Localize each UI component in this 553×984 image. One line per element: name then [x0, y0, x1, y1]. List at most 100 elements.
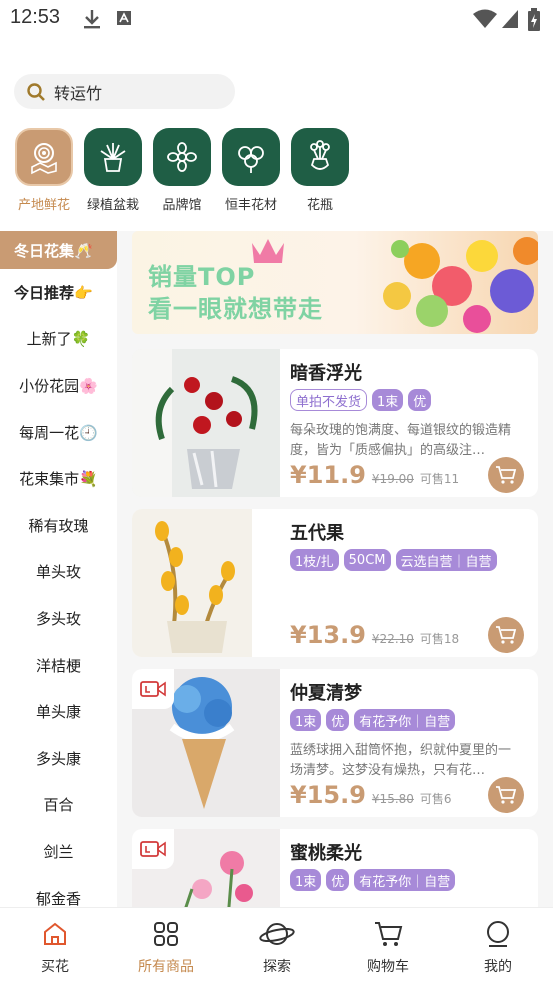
category-flower-material[interactable]: 恒丰花材	[221, 128, 281, 213]
sidebar-item-rare-rose[interactable]: 稀有玫瑰	[0, 502, 117, 549]
product-tag: 1束	[372, 389, 404, 411]
product-price-row: ¥15.9 ¥15.80 可售6	[290, 781, 452, 809]
nav-label: 探索	[263, 959, 291, 975]
product-stock: 可售6	[419, 792, 452, 806]
product-price: ¥11.9	[290, 461, 366, 489]
video-icon	[140, 681, 166, 697]
sidebar-item-single-carnation[interactable]: 单头康	[0, 688, 117, 735]
sidebar-item-multi-rose[interactable]: 多头玫	[0, 595, 117, 642]
sidebar-item-single-rose[interactable]: 单头玫	[0, 549, 117, 596]
category-fresh-flower-origin[interactable]: 产地鲜花	[14, 128, 74, 213]
product-tags: 1束 优 有花予你｜自营	[290, 709, 456, 731]
product-stock: 可售18	[419, 632, 460, 646]
nav-explore[interactable]: 探索	[227, 920, 327, 976]
sidebar-item-weekly[interactable]: 每周一花🕘	[0, 409, 117, 456]
category-sidebar: 冬日花集🥂 今日推荐👉 上新了🍀 小份花园🌸 每周一花🕘 花束集市💐 稀有玫瑰 …	[0, 231, 117, 907]
download-icon	[84, 10, 100, 29]
product-original-price: ¥22.10	[371, 632, 414, 646]
cart-icon	[496, 626, 517, 644]
promo-banner[interactable]: 销量TOP 看一眼就想带走	[132, 231, 538, 334]
category-label: 品牌馆	[162, 198, 202, 213]
add-to-cart-button[interactable]	[488, 777, 524, 813]
search-bar[interactable]: 转运竹	[14, 74, 235, 109]
home-icon	[44, 922, 66, 945]
cart-icon	[496, 786, 517, 804]
product-tags: 1枝/扎 50CM 云选自营｜自营	[290, 549, 497, 571]
video-icon	[140, 841, 166, 857]
banner-line1: 销量TOP	[148, 263, 256, 291]
category-label: 产地鲜花	[17, 198, 70, 213]
category-brand[interactable]: 品牌馆	[152, 128, 212, 213]
product-name: 五代果	[290, 523, 344, 544]
product-name: 仲夏清梦	[290, 683, 362, 704]
product-name: 蜜桃柔光	[290, 843, 362, 864]
cart-icon	[375, 922, 403, 946]
product-tag: 单拍不发货	[290, 389, 368, 411]
sidebar-item-bouquet-market[interactable]: 花束集市💐	[0, 455, 117, 502]
bottom-navigation: 买花 所有商品 探索 购物车 我的	[0, 907, 553, 984]
sidebar-item-small-garden[interactable]: 小份花园🌸	[0, 362, 117, 409]
product-list-area: 销量TOP 看一眼就想带走 暗香浮光 单拍不发货 1束 优 每朵玫瑰的饱满度、每…	[117, 231, 553, 907]
planet-icon	[259, 923, 295, 945]
nav-buy-flowers[interactable]: 买花	[5, 920, 105, 976]
product-price: ¥13.9	[290, 621, 366, 649]
nav-label: 所有商品	[138, 959, 194, 975]
product-tag: 1枝/扎	[290, 549, 339, 571]
nav-all-products[interactable]: 所有商品	[116, 920, 216, 976]
product-original-price: ¥15.80	[371, 792, 414, 806]
battery-icon	[528, 8, 540, 31]
product-original-price: ¥19.00	[371, 472, 414, 486]
product-card[interactable]: 五代果 1枝/扎 50CM 云选自营｜自营 ¥13.9 ¥22.10 可售18	[132, 509, 538, 657]
product-price-row: ¥13.9 ¥22.10 可售18	[290, 621, 459, 649]
sidebar-item-tulip[interactable]: 郁金香	[0, 875, 117, 907]
product-description: 蓝绣球拥入甜筒怀抱，织就仲夏里的一场清梦。这梦没有燥热，只有花…	[290, 743, 512, 778]
product-stock: 可售11	[419, 472, 460, 486]
status-bar: 12:53	[0, 0, 553, 40]
sidebar-header[interactable]: 冬日花集🥂	[0, 231, 117, 269]
nav-mine[interactable]: 我的	[448, 920, 548, 976]
video-badge[interactable]	[132, 829, 174, 869]
sidebar-item-today[interactable]: 今日推荐👉	[0, 269, 117, 316]
sidebar-item-gladiolus[interactable]: 剑兰	[0, 828, 117, 875]
nav-label: 买花	[41, 959, 69, 975]
product-tag: 有花予你｜自营	[354, 869, 456, 891]
wifi-icon	[473, 9, 497, 28]
product-tag: 1束	[290, 709, 322, 731]
product-tags: 1束 优 有花予你｜自营	[290, 869, 456, 891]
product-image	[132, 349, 280, 497]
sidebar-item-eustoma[interactable]: 洋桔梗	[0, 642, 117, 689]
product-card[interactable]: 暗香浮光 单拍不发货 1束 优 每朵玫瑰的饱满度、每道银纹的锻造精度，皆为「质感…	[132, 349, 538, 497]
add-to-cart-button[interactable]	[488, 457, 524, 493]
fresh-flower-origin-icon	[15, 128, 73, 186]
sidebar-item-multi-carnation[interactable]: 多头康	[0, 735, 117, 782]
category-potted-plant[interactable]: 绿植盆栽	[83, 128, 143, 213]
product-image	[132, 509, 280, 657]
product-price-row: ¥11.9 ¥19.00 可售11	[290, 461, 459, 489]
category-label: 花瓶	[306, 198, 333, 213]
flower-material-icon	[222, 128, 280, 186]
profile-icon	[487, 921, 509, 947]
product-description: 每朵玫瑰的饱满度、每道银纹的锻造精度，皆为「质感偏执」的高级注…	[290, 423, 512, 458]
vase-icon	[291, 128, 349, 186]
product-card[interactable]: 蜜桃柔光 1束 优 有花予你｜自营	[132, 829, 538, 907]
product-card[interactable]: 仲夏清梦 1束 优 有花予你｜自营 蓝绣球拥入甜筒怀抱，织就仲夏里的一场清梦。这…	[132, 669, 538, 817]
category-label: 恒丰花材	[224, 198, 277, 213]
sidebar-item-lily[interactable]: 百合	[0, 782, 117, 829]
video-badge[interactable]	[132, 669, 174, 709]
nav-cart[interactable]: 购物车	[338, 920, 438, 976]
brand-flower-icon	[153, 128, 211, 186]
product-tag: 优	[326, 709, 350, 731]
product-tag: 50CM	[343, 549, 391, 571]
product-price: ¥15.9	[290, 781, 366, 809]
product-tags: 单拍不发货 1束 优	[290, 389, 432, 411]
grid-icon	[154, 922, 178, 946]
status-time: 12:53	[10, 6, 61, 28]
add-to-cart-button[interactable]	[488, 617, 524, 653]
product-description	[290, 581, 522, 621]
product-tag: 优	[326, 869, 350, 891]
search-icon	[27, 82, 45, 101]
signal-icon	[502, 10, 518, 28]
sidebar-item-new[interactable]: 上新了🍀	[0, 316, 117, 363]
product-tag: 优	[408, 389, 432, 411]
category-vase[interactable]: 花瓶	[290, 128, 350, 213]
